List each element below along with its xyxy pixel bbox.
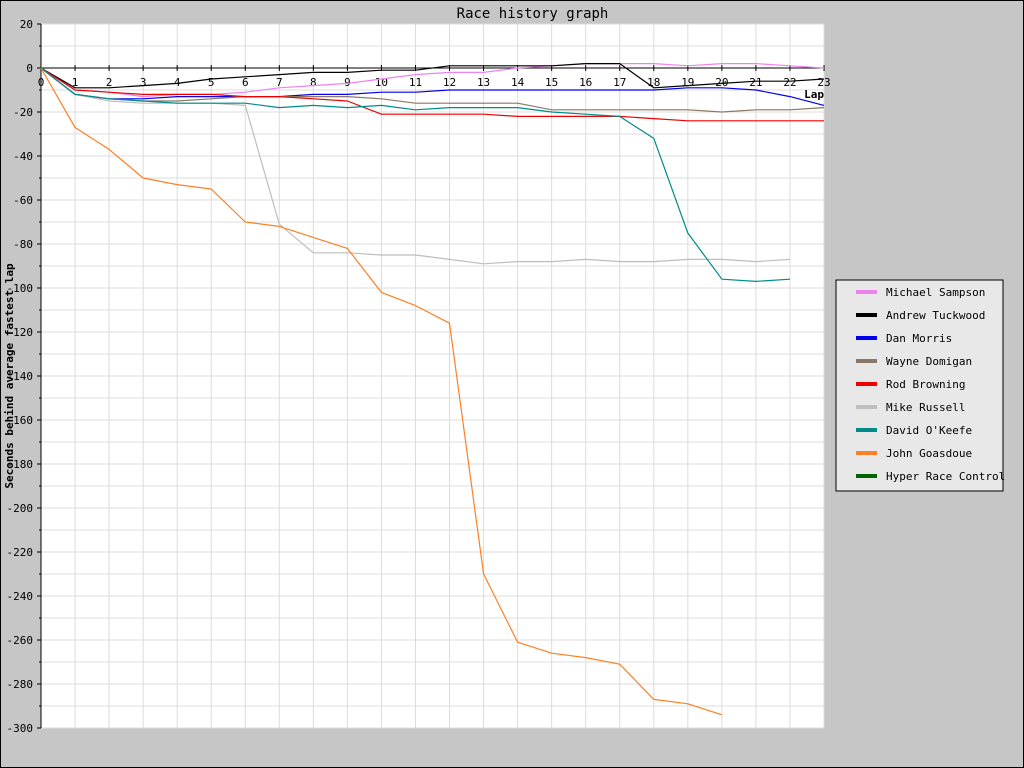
- x-tick-label: 8: [310, 76, 317, 89]
- legend-swatch-john-goasdoue: [856, 451, 877, 455]
- x-tick-label: 3: [140, 76, 147, 89]
- legend-swatch-rod-browning: [856, 382, 877, 386]
- y-tick-label: -220: [7, 546, 34, 559]
- x-tick-label: 6: [242, 76, 249, 89]
- legend-swatch-wayne-domigan: [856, 359, 877, 363]
- x-tick-label: 20: [715, 76, 728, 89]
- legend-label-rod-browning: Rod Browning: [886, 378, 965, 391]
- x-axis-label: Lap: [804, 88, 824, 101]
- legend-label-michael-sampson: Michael Sampson: [886, 286, 985, 299]
- legend-swatch-david-o-keefe: [856, 428, 877, 432]
- x-tick-label: 21: [749, 76, 762, 89]
- legend-label-andrew-tuckwood: Andrew Tuckwood: [886, 309, 985, 322]
- legend-label-mike-russell: Mike Russell: [886, 401, 965, 414]
- legend-label-john-goasdoue: John Goasdoue: [886, 447, 972, 460]
- y-tick-label: -40: [13, 150, 33, 163]
- y-tick-label: -280: [7, 678, 34, 691]
- legend-swatch-hyper-race-control: [856, 474, 877, 478]
- legend: Michael Sampson Andrew Tuckwood Dan Morris…: [835, 279, 1005, 492]
- legend-label-hyper-race-control: Hyper Race Control: [886, 470, 1005, 483]
- y-tick-label: -20: [13, 106, 33, 119]
- y-tick-label: 0: [26, 62, 33, 75]
- legend-label-david-o-keefe: David O'Keefe: [886, 424, 972, 437]
- race-history-chart: 01234567891011121314151617181920212223 2…: [3, 6, 1005, 735]
- y-tick-label: -80: [13, 238, 33, 251]
- legend-swatch-michael-sampson: [856, 290, 877, 294]
- legend-label-dan-morris: Dan Morris: [886, 332, 952, 345]
- legend-swatch-dan-morris: [856, 336, 877, 340]
- x-tick-label: 5: [208, 76, 215, 89]
- chart-frame: 01234567891011121314151617181920212223 2…: [0, 0, 1024, 768]
- y-tick-label: -60: [13, 194, 33, 207]
- x-tick-label: 12: [443, 76, 456, 89]
- x-tick-label: 19: [681, 76, 694, 89]
- x-tick-label: 11: [409, 76, 422, 89]
- legend-swatch-andrew-tuckwood: [856, 313, 877, 317]
- y-tick-label: -260: [7, 634, 34, 647]
- x-tick-label: 22: [783, 76, 796, 89]
- y-tick-label: -200: [7, 502, 34, 515]
- x-tick-label: 14: [511, 76, 525, 89]
- y-tick-label: 20: [20, 18, 33, 31]
- y-tick-label: -300: [7, 722, 34, 735]
- x-tick-label: 15: [545, 76, 558, 89]
- legend-swatch-mike-russell: [856, 405, 877, 409]
- x-tick-label: 16: [579, 76, 592, 89]
- y-tick-label: -240: [7, 590, 34, 603]
- x-tick-label: 17: [613, 76, 626, 89]
- y-axis-label: Seconds behind average fastest lap: [3, 263, 16, 489]
- x-tick-label: 13: [477, 76, 490, 89]
- chart-title: Race history graph: [457, 6, 609, 22]
- legend-label-wayne-domigan: Wayne Domigan: [886, 355, 972, 368]
